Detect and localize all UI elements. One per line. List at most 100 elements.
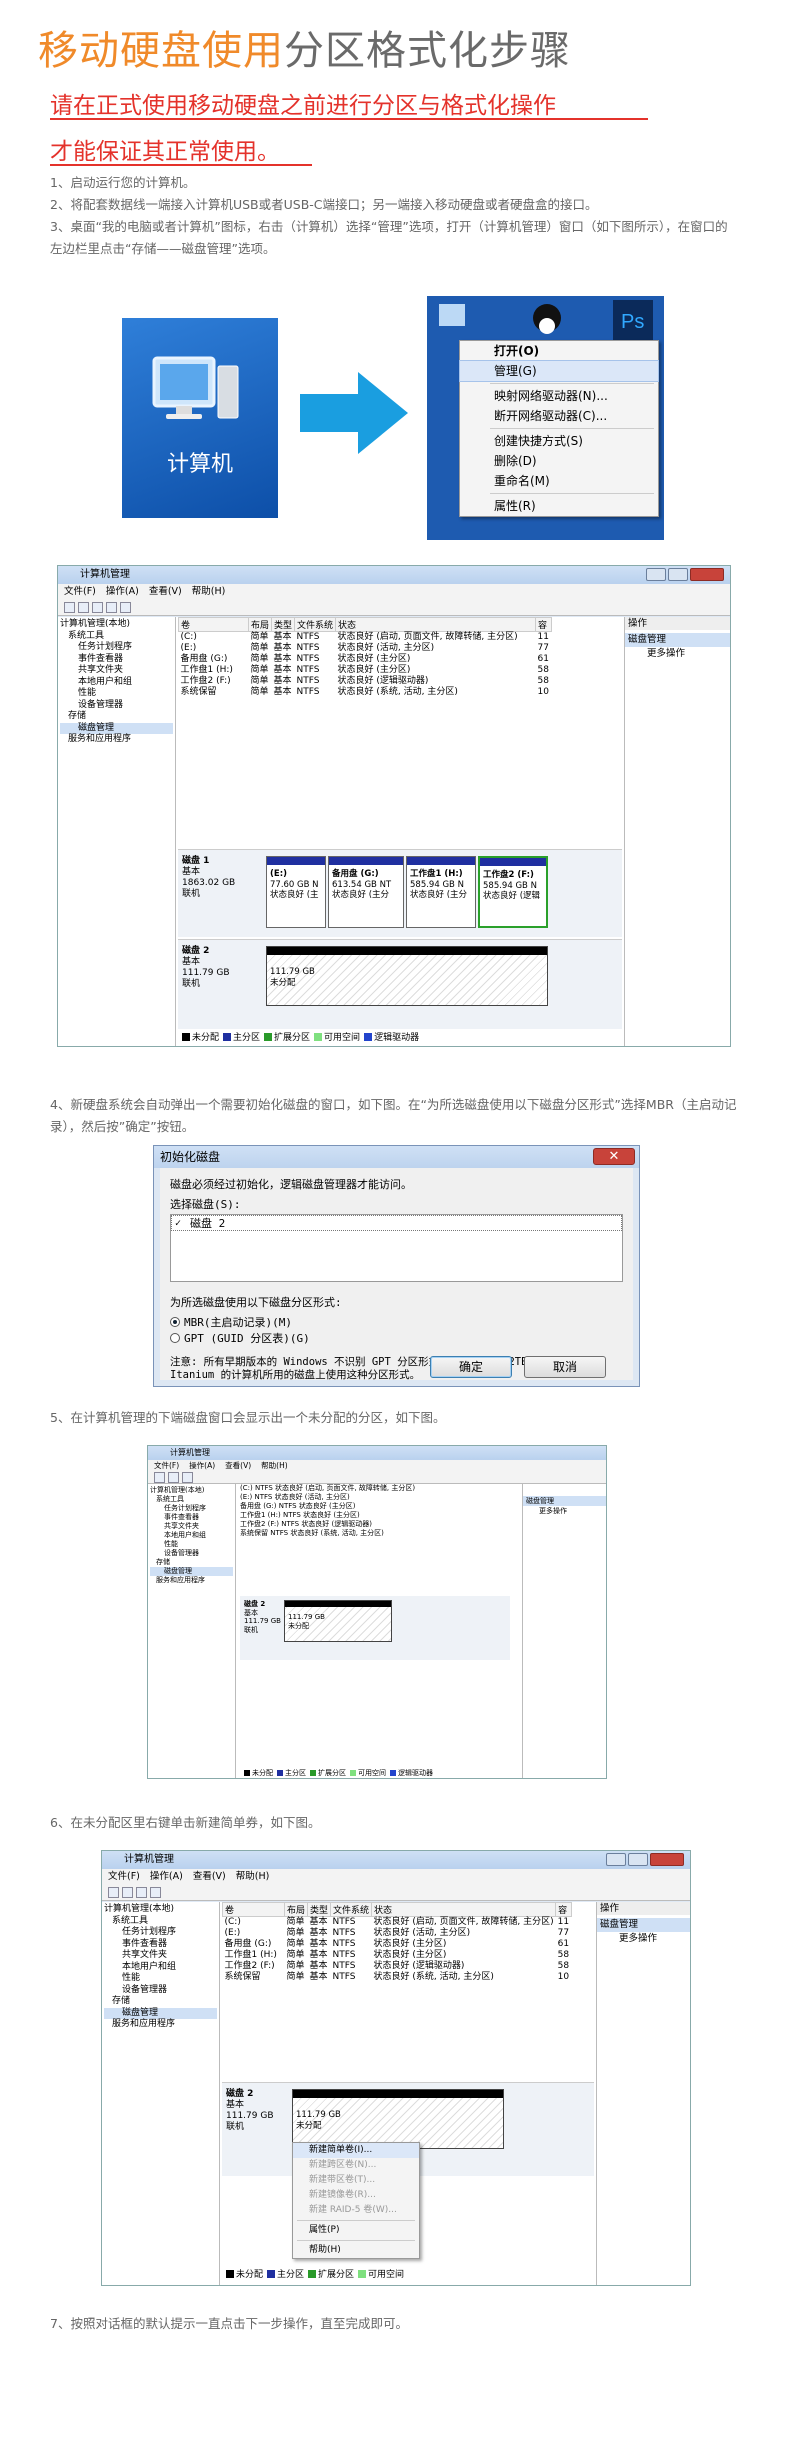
table-row[interactable]: (E:) 简单 基本 NTFS 状态良好 (活动, 主分区) 77 [223,1928,572,1939]
table-row[interactable]: 备用盘 (G:) 简单 基本 NTFS 状态良好 (主分区) 61 [223,1939,572,1950]
table-row[interactable]: (E:) NTFS 状态良好 (活动, 主分区) [240,1493,510,1502]
tree-item-performance[interactable]: 性能 [60,688,173,700]
tree-item-root[interactable]: 计算机管理(本地) [60,619,173,631]
table-row[interactable]: 工作盘2 (F:) 简单 基本 NTFS 状态良好 (逻辑驱动器) 58 [223,1961,572,1972]
table-row[interactable]: 工作盘1 (H:) 简单 基本 NTFS 状态良好 (主分区) 58 [179,665,552,676]
help-icon[interactable] [150,1887,161,1898]
up-icon[interactable] [92,602,103,613]
col-type[interactable]: 类型 [271,617,296,632]
menu-file[interactable]: 文件(F) [64,586,96,597]
dialog-intro: 磁盘必须经过初始化，逻辑磁盘管理器才能访问。 [170,1178,412,1191]
tree-item-shared-folders[interactable]: 共享文件夹 [60,665,173,677]
table-row[interactable]: 工作盘2 (F:) NTFS 状态良好 (逻辑驱动器) [240,1520,510,1529]
help-icon[interactable] [182,1472,193,1483]
maximize-button[interactable] [628,1853,648,1866]
table-row[interactable]: (E:) 简单 基本 NTFS 状态良好 (活动, 主分区) 77 [179,643,552,654]
table-row[interactable]: 系统保留 简单 基本 NTFS 状态良好 (系统, 活动, 主分区) 10 [179,687,552,698]
new-raid5-volume[interactable]: 新建 RAID-5 卷(W)... [293,2203,419,2218]
tree-item-services[interactable]: 服务和应用程序 [60,734,173,746]
new-striped-volume[interactable]: 新建带区卷(T)... [293,2173,419,2188]
tree-item-storage[interactable]: 存储 [60,711,173,723]
more-actions[interactable]: 更多操作 [625,647,730,660]
actions-group[interactable]: 磁盘管理 [625,633,730,647]
menu-bar: 文件(F) 操作(A) 查看(V) 帮助(H) [58,584,730,600]
table-row[interactable]: 备用盘 (G:) 简单 基本 NTFS 状态良好 (主分区) 61 [179,654,552,665]
step-1: 1、启动运行您的计算机。 [50,175,196,190]
back-icon[interactable] [108,1887,119,1898]
unallocated-partition[interactable]: 111.79 GB 未分配 [284,1600,392,1642]
partition-style-label: 为所选磁盘使用以下磁盘分区形式: [170,1296,342,1309]
unallocated-partition[interactable]: 111.79 GB 未分配 [266,946,548,1006]
new-simple-volume[interactable]: 新建简单卷(I)... [293,2143,419,2158]
menu-delete[interactable]: 删除(D) [460,451,658,471]
tree-item-event-viewer[interactable]: 事件查看器 [60,654,173,666]
warning-underline-2 [50,164,312,166]
menu-disconnect-drive[interactable]: 断开网络驱动器(C)... [460,406,658,426]
table-row[interactable]: (C:) NTFS 状态良好 (启动, 页面文件, 故障转储, 主分区) [240,1484,510,1493]
disk-checkbox-item[interactable]: 磁盘 2 [171,1215,622,1232]
window-body: 计算机管理(本地) 系统工具 任务计划程序 事件查看器 共享文件夹 本地用户和组… [58,617,730,1046]
col-volume[interactable]: 卷 [178,617,249,632]
ok-button[interactable]: 确定 [430,1356,512,1378]
partition[interactable]: 工作盘1 (H:) 585.94 GB N 状态良好 (主分 [406,856,476,928]
maximize-button[interactable] [668,568,688,581]
partition[interactable]: 工作盘2 (F:) 585.94 GB N 状态良好 (逻辑 [478,856,548,928]
table-row[interactable]: 系统保留 简单 基本 NTFS 状态良好 (系统, 活动, 主分区) 10 [223,1972,572,1983]
table-row[interactable]: 工作盘1 (H:) 简单 基本 NTFS 状态良好 (主分区) 58 [223,1950,572,1961]
properties-item[interactable]: 属性(P) [293,2223,419,2238]
new-mirrored-volume[interactable]: 新建镜像卷(R)... [293,2188,419,2203]
partition[interactable]: 备用盘 (G:) 613.54 GB NT 状态良好 (主分 [328,856,404,928]
minimize-button[interactable] [606,1853,626,1866]
back-icon[interactable] [64,602,75,613]
up-icon[interactable] [136,1887,147,1898]
tree-item-disk-management[interactable]: 磁盘管理 [60,722,173,734]
tree-item-task-scheduler[interactable]: 任务计划程序 [60,642,173,654]
menu-manage[interactable]: 管理(G) [459,360,659,382]
tree-item-local-users[interactable]: 本地用户和组 [60,677,173,689]
partition[interactable]: (E:) 77.60 GB N 状态良好 (主 [266,856,326,928]
table-row[interactable]: (C:) 简单 基本 NTFS 状态良好 (启动, 页面文件, 故障转储, 主分区) 11 [179,632,552,644]
cancel-button[interactable]: 取消 [524,1356,606,1378]
menu-create-shortcut[interactable]: 创建快捷方式(S) [460,431,658,451]
close-button[interactable] [650,1853,684,1866]
forward-icon[interactable] [168,1472,179,1483]
close-button[interactable] [690,568,724,581]
table-row[interactable]: 备用盘 (G:) NTFS 状态良好 (主分区) [240,1502,510,1511]
unallocated-partition[interactable]: 111.79 GB 未分配 [292,2089,504,2149]
back-icon[interactable] [154,1472,165,1483]
menu-separator [490,383,654,384]
menu-rename[interactable]: 重命名(M) [460,471,658,491]
col-layout[interactable]: 布局 [247,617,273,632]
forward-icon[interactable] [78,602,89,613]
properties-icon[interactable] [106,602,117,613]
col-status[interactable]: 状态 [335,617,537,632]
col-capacity[interactable]: 容 [535,617,552,632]
help-icon[interactable] [120,602,131,613]
tree-item-system-tools[interactable]: 系统工具 [60,631,173,643]
menu-bar: 文件(F) 操作(A) 查看(V) 帮助(H) [148,1460,606,1472]
table-row[interactable]: 工作盘2 (F:) 简单 基本 NTFS 状态良好 (逻辑驱动器) 58 [179,676,552,687]
forward-icon[interactable] [122,1887,133,1898]
menu-action[interactable]: 操作(A) [106,586,139,597]
menu-open[interactable]: 打开(O) [460,341,658,361]
step-2: 2、将配套数据线一端接入计算机USB或者USB-C端接口；另一端接入移动硬盘或者… [50,197,598,212]
tree-item-device-manager[interactable]: 设备管理器 [60,700,173,712]
menu-view[interactable]: 查看(V) [149,586,182,597]
computer-management-window-3: 计算机管理 文件(F) 操作(A) 查看(V) 帮助(H) 计算机管理(本地) 系统工… [101,1850,691,2286]
actions-pane: 操作 磁盘管理 更多操作 [624,617,730,1046]
menu-help[interactable]: 帮助(H) [192,586,226,597]
minimize-button[interactable] [646,568,666,581]
gpt-option[interactable]: GPT (GUID 分区表)(G) [170,1330,623,1346]
col-fs[interactable]: 文件系统 [294,617,337,632]
dialog-close-button[interactable]: ✕ [593,1148,635,1165]
computer-desktop-icon[interactable]: 计算机 [122,318,278,518]
step-6: 6、在未分配区里右键单击新建简单券，如下图。 [50,1815,321,1830]
table-row[interactable]: 系统保留 NTFS 状态良好 (系统, 活动, 主分区) [240,1529,510,1538]
help-item[interactable]: 帮助(H) [293,2243,419,2258]
mbr-option[interactable]: MBR(主启动记录)(M) [170,1314,623,1330]
table-row[interactable]: (C:) 简单 基本 NTFS 状态良好 (启动, 页面文件, 故障转储, 主分区) 11 [223,1917,572,1929]
new-spanned-volume[interactable]: 新建跨区卷(N)... [293,2158,419,2173]
menu-map-drive[interactable]: 映射网络驱动器(N)... [460,386,658,406]
table-row[interactable]: 工作盘1 (H:) NTFS 状态良好 (主分区) [240,1511,510,1520]
menu-properties[interactable]: 属性(R) [460,496,658,516]
